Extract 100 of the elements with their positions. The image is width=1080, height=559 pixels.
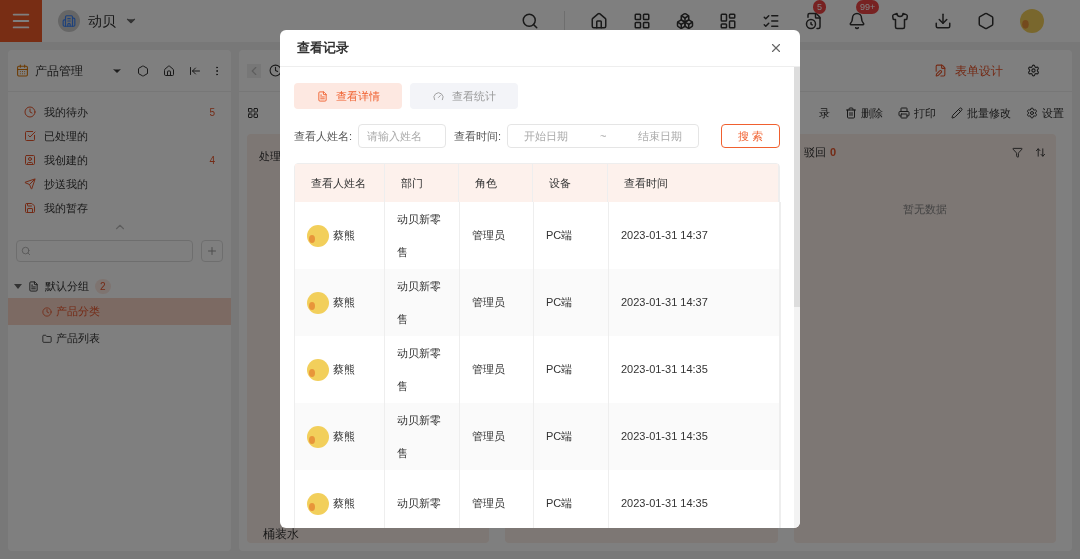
company-logo-icon xyxy=(58,10,80,32)
table-cell-text: PC端 xyxy=(546,429,573,445)
table-cell-text: 管理员 xyxy=(472,362,505,378)
column-count: 0 xyxy=(830,145,837,160)
field-label: 查看时间: xyxy=(454,128,502,144)
sidebar-item-icon xyxy=(24,202,36,214)
table-cell-text: 2023-01-31 14:37 xyxy=(621,295,708,311)
view-toggle-icon[interactable] xyxy=(247,107,259,119)
search-icon xyxy=(21,246,31,256)
tab[interactable]: 查看详情 xyxy=(294,83,402,109)
table-cell-text: 动贝新零售 xyxy=(397,412,442,461)
date-range-input[interactable]: 开始日期 ~ 结束日期 xyxy=(507,124,700,148)
table-cell-text: 蔡熊 xyxy=(333,429,355,445)
table-cell-text: 2023-01-31 14:35 xyxy=(621,429,708,445)
table-cell-text: PC端 xyxy=(546,295,573,311)
toolbar-button[interactable]: 删除 xyxy=(845,104,883,122)
table-cell-text: 蔡熊 xyxy=(333,362,355,378)
search-icon[interactable] xyxy=(521,12,539,30)
collapse-icon[interactable] xyxy=(189,64,201,77)
settings-icon[interactable] xyxy=(137,64,149,77)
table-cell-text: 动贝新零售 xyxy=(397,345,442,394)
close-icon[interactable] xyxy=(769,41,783,55)
form-design-icon[interactable] xyxy=(934,64,947,77)
expand-caret-icon[interactable] xyxy=(14,282,22,290)
table-cell-text: 管理员 xyxy=(472,429,505,445)
toolbar-icon xyxy=(845,107,857,119)
table-cell-text: 蔡熊 xyxy=(333,295,355,311)
document-icon xyxy=(316,90,328,102)
sidebar-item[interactable]: 我创建的 4 xyxy=(8,148,231,172)
toolbar-icon xyxy=(1026,107,1038,119)
filter-icon[interactable] xyxy=(1012,146,1023,158)
home-icon[interactable] xyxy=(590,12,608,30)
avatar xyxy=(307,425,329,448)
toolbar-button[interactable]: 录 xyxy=(819,104,830,122)
table-cell-text: 动贝新零售 xyxy=(397,211,442,260)
sidebar-title: 产品管理 xyxy=(35,62,84,80)
card-title: 桶装水 xyxy=(263,527,299,541)
boxes-icon[interactable] xyxy=(676,12,694,30)
toolbar-icon xyxy=(951,107,963,119)
column-title: 驳回 xyxy=(804,145,826,160)
table-cell-text: 动贝新零 xyxy=(397,496,442,511)
avatar xyxy=(307,358,329,381)
sidebar-item[interactable]: 我的暂存 xyxy=(8,196,231,220)
table-cell-text: 蔡熊 xyxy=(333,228,355,244)
sidebar-item-icon xyxy=(24,106,36,118)
task-icon[interactable] xyxy=(805,12,823,30)
dialog-title: 查看记录 xyxy=(297,39,350,58)
sidebar-item-icon xyxy=(24,178,36,190)
toolbar-icon xyxy=(898,107,910,119)
name-input[interactable]: 请输入姓名 xyxy=(358,124,447,148)
avatar xyxy=(307,291,329,314)
sort-icon[interactable] xyxy=(1035,146,1046,158)
table-cell-text: 管理员 xyxy=(472,228,505,244)
sidebar-item[interactable]: 抄送我的 xyxy=(8,172,231,196)
sidebar-item[interactable]: 我的待办 5 xyxy=(8,100,231,124)
table-cell-text: 2023-01-31 14:37 xyxy=(621,228,708,244)
sidebar-item[interactable]: 已处理的 xyxy=(8,124,231,148)
table-cell-text: 2023-01-31 14:35 xyxy=(621,496,708,512)
tab[interactable]: 查看统计 xyxy=(410,83,518,109)
table-cell-text: PC端 xyxy=(546,362,573,378)
settings-icon[interactable] xyxy=(977,12,995,30)
plus-icon xyxy=(206,245,218,257)
count-badge: 99+ xyxy=(856,0,880,14)
company-name[interactable]: 动贝 xyxy=(88,10,116,32)
count-badge: 5 xyxy=(813,0,826,14)
dashboard-icon[interactable] xyxy=(719,12,737,30)
table-cell-text: 管理员 xyxy=(472,295,505,311)
group-icon xyxy=(28,280,39,292)
sidebar-item-icon xyxy=(24,130,36,142)
toolbar-button[interactable]: 设置 xyxy=(1026,104,1064,122)
download-icon[interactable] xyxy=(934,12,952,30)
calendar-icon xyxy=(16,64,29,77)
table-cell-text: PC端 xyxy=(546,228,573,244)
avatar xyxy=(307,224,329,247)
menu-button[interactable] xyxy=(0,0,42,42)
form-design-link[interactable]: 表单设计 xyxy=(955,61,1003,80)
shirt-icon[interactable] xyxy=(891,12,909,30)
gauge-icon xyxy=(432,90,444,102)
grid-icon[interactable] xyxy=(633,12,651,30)
table-cell-text: 2023-01-31 14:35 xyxy=(621,362,708,378)
tree-item[interactable]: 产品列表 xyxy=(8,325,231,352)
column-title: 处理 xyxy=(259,149,282,164)
clock-icon xyxy=(42,306,52,317)
bell-icon[interactable] xyxy=(848,12,866,30)
search-button[interactable]: 搜 索 xyxy=(721,124,780,148)
toolbar-button[interactable]: 打印 xyxy=(898,104,936,122)
settings-icon[interactable] xyxy=(1027,64,1040,77)
field-label: 查看人姓名: xyxy=(294,128,353,144)
folder-icon xyxy=(42,333,52,344)
home-icon[interactable] xyxy=(163,64,175,77)
table-cell-text: 管理员 xyxy=(472,496,505,512)
avatar xyxy=(1020,9,1044,33)
group-label[interactable]: 默认分组 xyxy=(45,277,89,295)
search-field[interactable] xyxy=(16,240,193,262)
checklist-icon[interactable] xyxy=(762,12,780,30)
table-cell-text: 动贝新零售 xyxy=(397,278,442,327)
table-cell-text: PC端 xyxy=(546,496,573,512)
toolbar-button[interactable]: 批量修改 xyxy=(951,104,1011,122)
avatar xyxy=(307,492,329,515)
sidebar-item-icon xyxy=(24,154,36,166)
